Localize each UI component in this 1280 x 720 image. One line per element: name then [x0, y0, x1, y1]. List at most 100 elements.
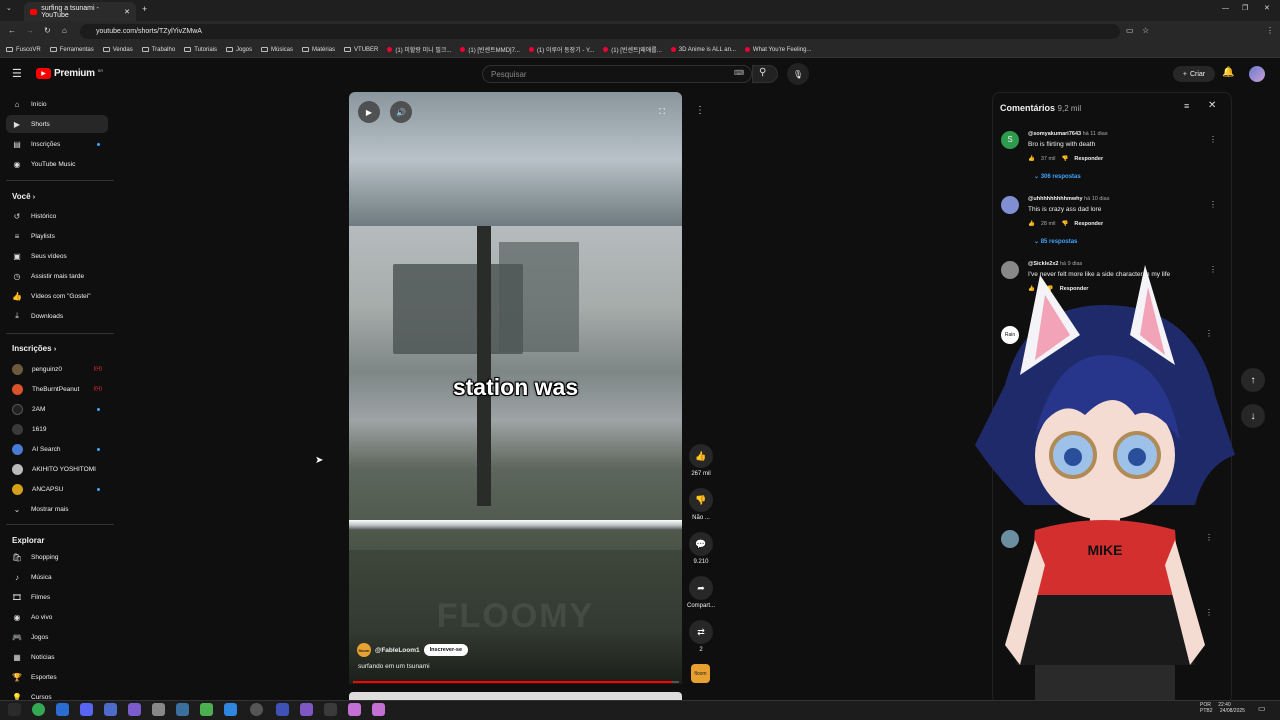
comment-author[interactable]: @uhhhhhhhhhmwhy há 10 dias [1028, 196, 1109, 202]
bookmark-item[interactable]: Jogos [226, 47, 252, 53]
shorts-video-player[interactable]: FLOOMY station was ▶ 🔊 ⛶ floom @FableLoo… [349, 92, 682, 684]
share-button[interactable]: ➦ [689, 576, 713, 600]
app-taskbar-icon[interactable] [56, 703, 69, 716]
app-taskbar-icon[interactable] [348, 703, 361, 716]
app-taskbar-icon[interactable] [152, 703, 165, 716]
comments-button[interactable]: 💬 [689, 532, 713, 556]
sidebar-item-playlists[interactable]: ≡ Playlists [6, 227, 108, 245]
tab-list-icon[interactable]: ⌄ [6, 5, 12, 12]
video-description[interactable]: surfando em um tsunami [358, 663, 430, 670]
url-field[interactable]: youtube.com/shorts/TZylYivZMwA [80, 24, 1120, 39]
system-tray[interactable]: POR 22:40 PTB2 24/08/2025 [1200, 702, 1245, 714]
sidebar-item-subscription[interactable]: 1619 [6, 420, 108, 438]
forward-icon[interactable]: → [26, 27, 34, 35]
sidebar-item-subscription[interactable]: ANCAPSU [6, 480, 108, 498]
sidebar-item-subscription[interactable]: AI Search [6, 440, 108, 458]
sidebar-item-movies[interactable]: 🎞 Filmes [6, 588, 108, 606]
comment-dislike-icon[interactable]: 👎 [1062, 221, 1069, 227]
voice-search-button[interactable]: 🎙 [787, 63, 809, 85]
show-more-button[interactable]: ⌄ Mostrar mais [6, 500, 108, 518]
bookmark-item[interactable]: 3D Anime is ALL an... [670, 47, 736, 53]
dislike-button[interactable]: 👎 [689, 488, 713, 512]
sidebar-item-shorts[interactable]: ▶ Shorts [6, 115, 108, 133]
reload-icon[interactable]: ↻ [44, 27, 51, 35]
app-taskbar-icon[interactable] [104, 703, 117, 716]
bookmark-star-icon[interactable]: ☆ [1142, 27, 1149, 35]
sidebar-item-subscriptions[interactable]: ▤ Inscrições [6, 135, 108, 153]
comment-like-icon[interactable]: 👍 [1028, 156, 1035, 162]
remix-button[interactable]: ⇄ [689, 620, 713, 644]
home-browser-icon[interactable]: ⌂ [62, 27, 67, 35]
back-icon[interactable]: ← [8, 27, 16, 35]
bookmark-item[interactable]: (1) [빈센트]왜애를... [603, 45, 662, 54]
create-button[interactable]: + Criar [1173, 66, 1215, 82]
sidebar-item-downloads[interactable]: ⤓ Downloads [6, 307, 108, 325]
windows-start-icon[interactable] [8, 703, 21, 716]
bookmark-item[interactable]: VTUBER [344, 47, 378, 53]
maximize-icon[interactable]: ❐ [1242, 5, 1248, 12]
sidebar-item-subscription[interactable]: penguinz0 ((•)) [6, 360, 108, 378]
discord-taskbar-icon[interactable] [80, 703, 93, 716]
comment-like-icon[interactable]: 👍 [1028, 221, 1035, 227]
subscriptions-section-title[interactable]: Inscrições › [12, 344, 56, 353]
bookmark-item[interactable]: Músicas [261, 47, 293, 53]
app-taskbar-icon[interactable] [176, 703, 189, 716]
subscribe-button[interactable]: Inscrever-se [423, 644, 469, 656]
bookmark-item[interactable]: Tutoriais [184, 47, 217, 53]
bookmark-item[interactable]: Ferramentas [49, 47, 94, 53]
view-replies-button[interactable]: ⌄ 306 respostas [1034, 173, 1081, 180]
comment-avatar[interactable] [1001, 196, 1019, 214]
reply-button[interactable]: Responder [1074, 221, 1103, 227]
sound-channel-thumbnail[interactable]: floom [691, 664, 710, 683]
comment-dislike-icon[interactable]: 👎 [1062, 156, 1069, 162]
cast-icon[interactable]: ▭ [1126, 27, 1134, 35]
app-taskbar-icon[interactable] [276, 703, 289, 716]
close-window-icon[interactable]: ✕ [1264, 5, 1270, 12]
next-short-preview[interactable] [349, 692, 682, 700]
bookmark-item[interactable]: FuscoVR [6, 47, 41, 53]
close-tab-icon[interactable]: ✕ [124, 8, 130, 16]
account-avatar[interactable] [1249, 66, 1265, 82]
bookmark-item[interactable]: (1) 미할랑 미니 필크... [387, 45, 451, 54]
sort-icon[interactable]: ≡ [1184, 102, 1189, 111]
sidebar-item-music[interactable]: ♪ Música [6, 568, 108, 586]
sidebar-item-home[interactable]: ⌂ Início [6, 95, 108, 113]
app-taskbar-icon[interactable] [324, 703, 337, 716]
sidebar-item-watch-later[interactable]: ◷ Assistir mais tarde [6, 267, 108, 285]
app-taskbar-icon[interactable] [372, 703, 385, 716]
app-taskbar-icon[interactable] [128, 703, 141, 716]
sidebar-item-subscription[interactable]: TheBurntPeanut ((•)) [6, 380, 108, 398]
bookmark-item[interactable]: (1) [빈센트MMD]7... [460, 45, 520, 54]
browser-tab[interactable]: surfing a tsunami - YouTube ✕ [24, 2, 136, 21]
reply-button[interactable]: Responder [1074, 156, 1103, 162]
bookmark-item[interactable]: (1) 이루어 동장기 - Y... [528, 45, 594, 54]
video-progress-bar[interactable] [353, 681, 679, 683]
menu-icon[interactable]: ☰ [12, 69, 22, 80]
keyboard-icon[interactable]: ⌨ [734, 70, 744, 77]
bookmark-item[interactable]: Vendas [102, 47, 133, 53]
app-taskbar-icon[interactable] [224, 703, 237, 716]
sidebar-item-youtube-music[interactable]: ◉ YouTube Music [6, 155, 108, 173]
sidebar-item-sports[interactable]: 🏆 Esportes [6, 668, 108, 686]
comment-more-icon[interactable]: ⋮ [1209, 135, 1217, 144]
browser-menu-icon[interactable]: ⋮ [1266, 27, 1274, 35]
notifications-icon[interactable]: 🔔 [1222, 68, 1234, 78]
sidebar-item-history[interactable]: ↺ Histórico [6, 207, 108, 225]
sidebar-item-shopping[interactable]: 🛍 Shopping [6, 548, 108, 566]
sidebar-item-liked-videos[interactable]: 👍 Vídeos com "Gostei" [6, 287, 108, 305]
app-taskbar-icon[interactable] [300, 703, 313, 716]
channel-name[interactable]: @FableLoom1 [375, 647, 420, 654]
minimize-icon[interactable]: — [1222, 5, 1229, 12]
view-replies-button[interactable]: ⌄ 85 respostas [1034, 238, 1077, 245]
play-button[interactable]: ▶ [358, 101, 380, 123]
new-tab-icon[interactable]: + [142, 5, 147, 14]
search-input[interactable]: Pesquisar [482, 65, 752, 83]
comment-avatar[interactable]: S [1001, 131, 1019, 149]
notification-center-icon[interactable]: ▭ [1258, 705, 1266, 713]
sidebar-item-your-videos[interactable]: ▣ Seus vídeos [6, 247, 108, 265]
fullscreen-button[interactable]: ⛶ [651, 101, 673, 123]
sidebar-item-gaming[interactable]: 🎮 Jogos [6, 628, 108, 646]
bookmark-item[interactable]: What You're Feeling... [744, 47, 811, 53]
chrome-taskbar-icon[interactable] [32, 703, 45, 716]
sidebar-item-subscription[interactable]: 2AM [6, 400, 108, 418]
